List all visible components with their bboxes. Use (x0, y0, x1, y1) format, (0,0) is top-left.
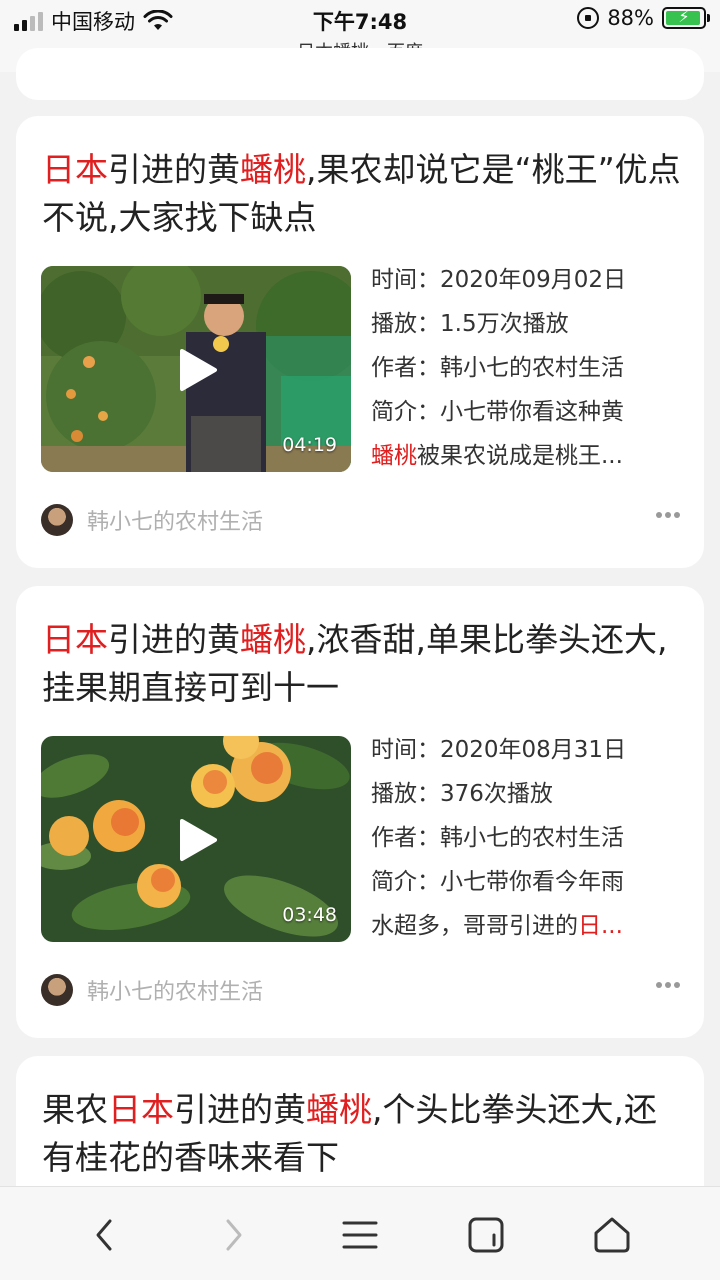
battery-icon: ⚡ (662, 7, 710, 29)
tabs-icon[interactable] (464, 1213, 508, 1257)
bottom-toolbar (0, 1186, 720, 1280)
menu-icon[interactable] (338, 1213, 382, 1257)
play-icon (180, 819, 217, 861)
meta-time: 时间：2020年09月02日 (371, 267, 627, 293)
meta-time: 时间：2020年08月31日 (371, 737, 627, 763)
title-highlight: 蟠桃 (240, 620, 306, 659)
result-card[interactable]: 日本引进的黄蟠桃,果农却说它是“桃王”优点不说,大家找下缺点 04:19 时间：… (16, 116, 704, 568)
avatar[interactable] (41, 504, 73, 536)
title-text: 引进的黄 (174, 1090, 306, 1129)
back-icon[interactable] (84, 1213, 128, 1257)
play-icon (180, 349, 217, 391)
result-title[interactable]: 果农日本引进的黄蟠桃,个头比拳头还大,还有桂花的香味来看下 (42, 1086, 682, 1182)
video-meta: 时间：2020年09月02日 播放：1.5万次播放 作者：韩小七的农村生活 简介… (371, 258, 691, 478)
meta-summary-cont: 水超多，哥哥引进的日... (371, 913, 623, 939)
title-highlight: 蟠桃 (240, 150, 306, 189)
more-icon[interactable] (655, 510, 681, 520)
title-highlight: 日本 (108, 1090, 174, 1129)
meta-author: 作者：韩小七的农村生活 (371, 825, 624, 851)
meta-summary: 简介：小七带你看这种黄 (371, 399, 624, 425)
status-right: 88% ⚡ (577, 6, 710, 30)
home-icon[interactable] (590, 1213, 634, 1257)
result-title[interactable]: 日本引进的黄蟠桃,果农却说它是“桃王”优点不说,大家找下缺点 (42, 146, 682, 242)
meta-author: 作者：韩小七的农村生活 (371, 355, 624, 381)
title-highlight: 日本 (42, 620, 108, 659)
title-highlight: 日本 (42, 150, 108, 189)
meta-summary-cont: 蟠桃被果农说成是桃王... (371, 443, 623, 469)
meta-summary: 简介：小七带你看今年雨 (371, 869, 624, 895)
rotation-lock-icon (577, 7, 600, 29)
video-duration: 04:19 (282, 434, 337, 456)
title-text: 果农 (42, 1090, 108, 1129)
battery-percent: 88% (607, 6, 654, 30)
meta-plays: 播放：376次播放 (371, 781, 553, 807)
video-thumbnail[interactable]: 04:19 (41, 266, 351, 472)
title-text: 引进的黄 (108, 620, 240, 659)
source-name[interactable]: 韩小七的农村生活 (87, 504, 263, 536)
forward-icon[interactable] (210, 1213, 254, 1257)
result-card[interactable]: 日本引进的黄蟠桃,浓香甜,单果比拳头还大,挂果期直接可到十一 03:48 时间：… (16, 586, 704, 1038)
source-row: 韩小七的农村生活 (41, 500, 681, 540)
title-highlight: 蟠桃 (306, 1090, 372, 1129)
source-name[interactable]: 韩小七的农村生活 (87, 974, 263, 1006)
video-thumbnail[interactable]: 03:48 (41, 736, 351, 942)
meta-plays: 播放：1.5万次播放 (371, 311, 569, 337)
previous-result-card[interactable] (16, 48, 704, 100)
video-meta: 时间：2020年08月31日 播放：376次播放 作者：韩小七的农村生活 简介：… (371, 728, 691, 948)
title-text: 引进的黄 (108, 150, 240, 189)
result-title[interactable]: 日本引进的黄蟠桃,浓香甜,单果比拳头还大,挂果期直接可到十一 (42, 616, 682, 712)
video-duration: 03:48 (282, 904, 337, 926)
avatar[interactable] (41, 974, 73, 1006)
source-row: 韩小七的农村生活 (41, 970, 681, 1010)
more-icon[interactable] (655, 980, 681, 990)
